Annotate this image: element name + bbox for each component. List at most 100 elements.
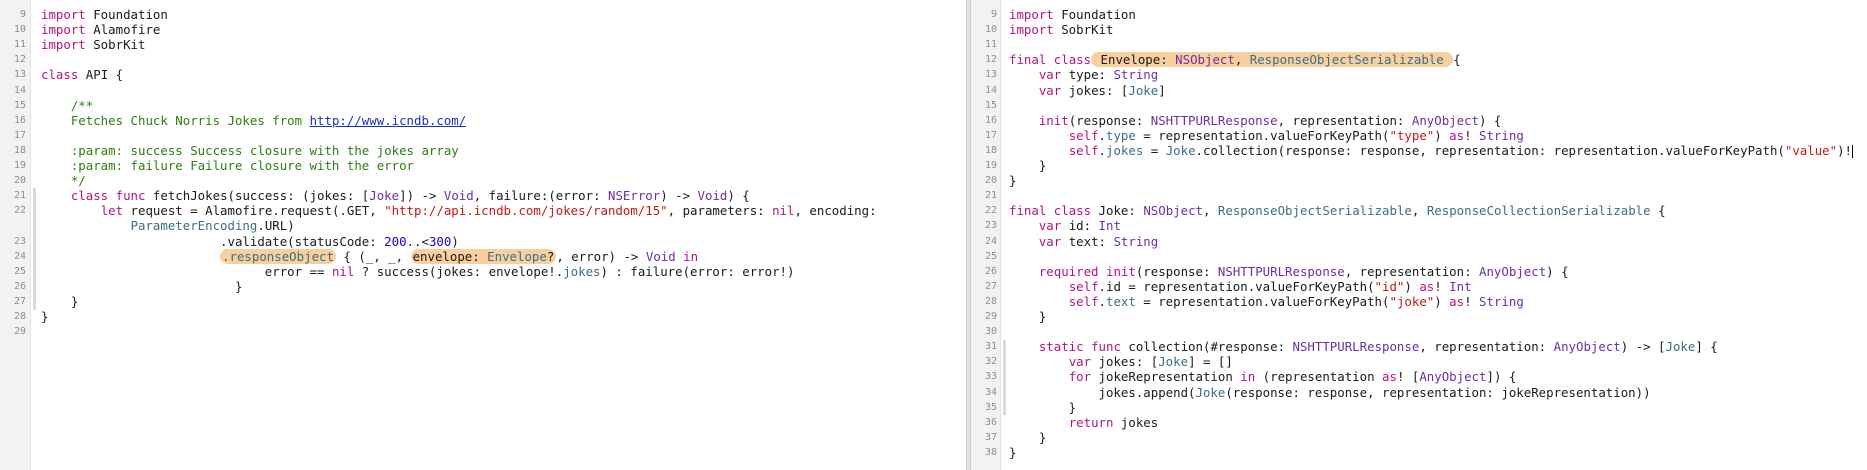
code-line[interactable]: 9 import Foundation [971,7,1867,22]
line-number: 18 [984,144,997,156]
code-line[interactable]: ParameterEncoding.URL) [0,218,966,233]
code-line[interactable]: 21 class func fetchJokes(success: (jokes… [0,188,966,203]
code-line[interactable]: 12 [0,52,966,67]
code-text[interactable]: static func collection(#response: NSHTTP… [1009,339,1718,354]
code-text[interactable]: } [1009,400,1076,415]
code-line[interactable]: 22 let request = Alamofire.request(.GET,… [0,203,966,218]
code-line[interactable]: 30 [971,324,1867,339]
code-text[interactable]: var text: String [1009,234,1158,249]
code-text[interactable]: var jokes: [Joke] [1009,83,1166,98]
code-line[interactable]: 36 return jokes [971,415,1867,430]
code-line[interactable]: 12 final class Envelope: NSObject, Respon… [971,52,1867,68]
code-text[interactable]: class func fetchJokes(success: (jokes: [… [41,188,750,203]
code-line[interactable]: 19 } [971,158,1867,173]
left-editor-pane[interactable]: 9 import Foundation 10 import Alamofire 11 im… [0,0,966,470]
code-text[interactable]: for jokeRepresentation in (representatio… [1009,369,1517,384]
code-line[interactable]: 13 class API { [0,67,966,82]
code-line[interactable]: 20} [971,173,1867,188]
code-text[interactable]: self.id = representation.valueForKeyPath… [1009,279,1472,294]
line-number: 16 [13,114,26,126]
code-line[interactable]: 14 var jokes: [Joke] [971,83,1867,98]
code-line[interactable]: 26 required init(response: NSHTTPURLResp… [971,264,1867,279]
code-line[interactable]: 23 .validate(statusCode: 200..<300) [0,234,966,249]
code-text[interactable]: var id: Int [1009,218,1121,233]
code-line[interactable]: 27 } [0,294,966,309]
code-text[interactable]: ParameterEncoding.URL) [41,218,295,233]
code-text[interactable]: import Alamofire [41,22,160,37]
code-text[interactable]: import Foundation [1009,7,1136,22]
code-text[interactable]: } [1009,445,1016,460]
code-text[interactable]: import SobrKit [41,37,145,52]
code-line[interactable]: 17 [0,128,966,143]
code-text[interactable]: } [1009,158,1046,173]
code-text[interactable]: var type: String [1009,67,1158,82]
code-line[interactable]: 28 self.text = representation.valueForKe… [971,294,1867,309]
code-text[interactable]: var jokes: [Joke] = [] [1009,354,1233,369]
code-text[interactable]: /** [41,98,93,113]
code-text[interactable]: import Foundation [41,7,168,22]
code-line[interactable]: 9 import Foundation [0,7,966,22]
code-line[interactable]: 35 } [971,400,1867,415]
code-text[interactable]: import SobrKit [1009,22,1113,37]
code-line[interactable]: 24 var text: String [971,234,1867,249]
code-text[interactable]: required init(response: NSHTTPURLRespons… [1009,264,1569,279]
code-line[interactable]: 28} [0,309,966,324]
code-text[interactable]: .validate(statusCode: 200..<300) [41,234,459,249]
code-text[interactable]: return jokes [1009,415,1159,430]
code-text[interactable]: } [1009,309,1046,324]
code-text[interactable]: } [1009,430,1046,445]
code-line[interactable]: 38} [971,445,1867,460]
code-text[interactable]: class API { [41,67,123,82]
code-text[interactable]: :param: success Success closure with the… [41,143,459,158]
code-line[interactable]: 13 var type: String [971,67,1867,82]
line-number: 33 [984,371,997,383]
code-line[interactable]: 25 error == nil ? success(jokes: envelop… [0,264,966,279]
code-line[interactable]: 14 [0,83,966,98]
code-line[interactable]: 11 import SobrKit [0,37,966,52]
code-text[interactable]: } [41,309,48,324]
code-line[interactable]: 10 import Alamofire [0,22,966,37]
code-line[interactable]: 10 import SobrKit [971,22,1867,37]
code-text[interactable]: } [1009,173,1016,188]
code-text[interactable]: */ [41,173,86,188]
code-text[interactable]: init(response: NSHTTPURLResponse, repres… [1009,113,1502,128]
code-line[interactable]: 34 jokes.append(Joke(response: response,… [971,385,1867,400]
code-line[interactable]: 22 final class Joke: NSObject, ResponseOb… [971,203,1867,218]
code-line[interactable]: 23 var id: Int [971,218,1867,233]
code-line[interactable]: 16 init(response: NSHTTPURLResponse, rep… [971,113,1867,128]
code-line[interactable]: 27 self.id = representation.valueForKeyP… [971,279,1867,294]
code-line[interactable]: 16 Fetches Chuck Norris Jokes from http:… [0,113,966,128]
code-line[interactable]: 18 self.jokes = Joke.collection(response… [971,143,1867,158]
code-text[interactable]: Fetches Chuck Norris Jokes from http://w… [41,113,466,128]
code-text[interactable]: final class Joke: NSObject, ResponseObje… [1009,203,1666,218]
code-line[interactable]: 17 self.type = representation.valueForKe… [971,128,1867,143]
code-line[interactable]: 32 var jokes: [Joke] = [] [971,354,1867,369]
code-line[interactable]: 24 .responseObject { (_, _, envelope: En… [0,248,966,264]
code-text[interactable]: self.type = representation.valueForKeyPa… [1009,128,1524,143]
code-text[interactable]: self.jokes = Joke.collection(response: r… [1009,143,1854,158]
code-text[interactable]: } [41,279,242,294]
code-text[interactable]: .responseObject { (_, _, envelope: Envel… [41,248,698,264]
code-line[interactable]: 15 [971,98,1867,113]
code-line[interactable]: 19 :param: failure Failure closure with … [0,158,966,173]
code-text[interactable]: final class Envelope: NSObject, Response… [1009,52,1461,68]
code-text[interactable]: jokes.append(Joke(response: response, re… [1009,385,1651,400]
code-text[interactable]: } [41,294,78,309]
code-line[interactable]: 29 [0,324,966,339]
code-line[interactable]: 11 [971,37,1867,52]
code-text[interactable]: self.text = representation.valueForKeyPa… [1009,294,1524,309]
code-line[interactable]: 25 [971,249,1867,264]
code-line[interactable]: 20 */ [0,173,966,188]
code-line[interactable]: 18 :param: success Success closure with … [0,143,966,158]
code-line[interactable]: 15 /** [0,98,966,113]
right-editor-pane[interactable]: 9 import Foundation 10 import SobrKit 11 12 fi… [971,0,1867,470]
code-text[interactable]: let request = Alamofire.request(.GET, "h… [41,203,877,218]
code-line[interactable]: 37 } [971,430,1867,445]
code-text[interactable]: :param: failure Failure closure with the… [41,158,414,173]
code-line[interactable]: 26 } [0,279,966,294]
code-line[interactable]: 31 static func collection(#response: NSH… [971,339,1867,354]
code-line[interactable]: 33 for jokeRepresentation in (representa… [971,369,1867,384]
code-text[interactable]: error == nil ? success(jokes: envelope!.… [41,264,795,279]
code-line[interactable]: 21 [971,188,1867,203]
code-line[interactable]: 29 } [971,309,1867,324]
